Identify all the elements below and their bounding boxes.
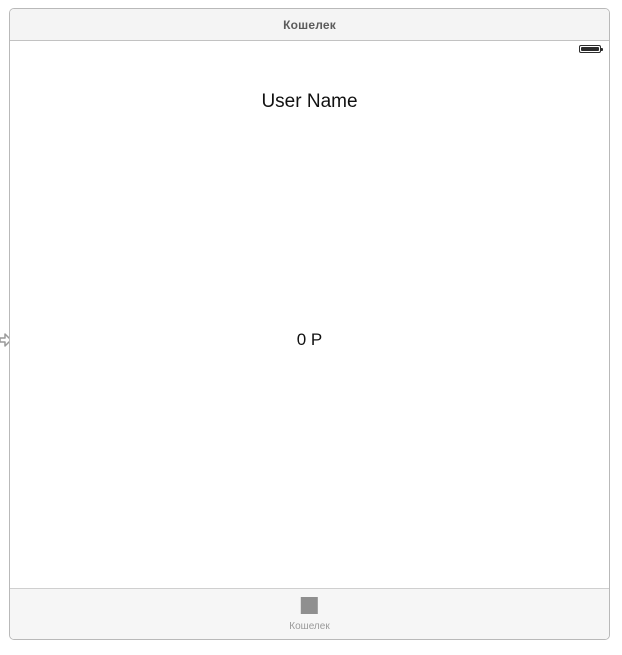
battery-icon — [579, 45, 603, 53]
tab-label: Кошелек — [289, 621, 330, 632]
scene-title: Кошелек — [283, 17, 336, 32]
tab-wallet[interactable]: Кошелек — [289, 597, 330, 632]
square-icon — [300, 597, 318, 614]
user-name-label: User Name — [261, 91, 358, 112]
tab-bar: Кошелек — [10, 588, 609, 639]
view-controller-scene[interactable]: Кошелек User Name 0 Р Кошелек — [9, 8, 610, 640]
status-bar — [10, 40, 609, 60]
balance-label: 0 Р — [296, 330, 323, 349]
scene-header[interactable]: Кошелек — [10, 9, 609, 41]
